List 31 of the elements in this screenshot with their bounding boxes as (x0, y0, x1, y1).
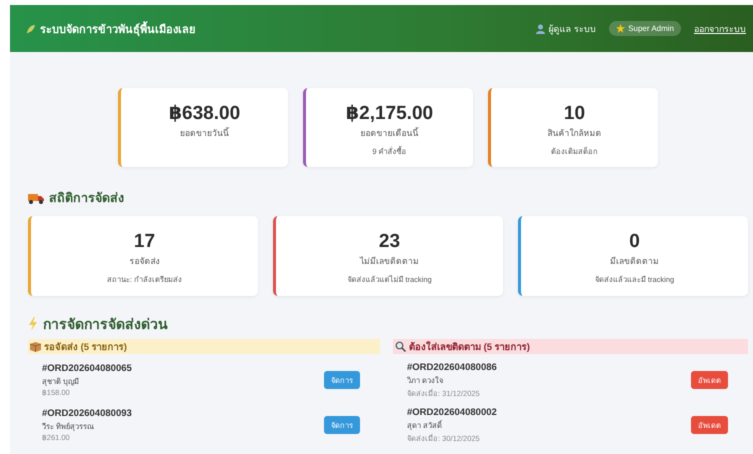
order-number: #ORD202604080086 (407, 362, 497, 372)
section-title: สถิติการจัดส่ง (49, 190, 124, 207)
box-icon (30, 342, 41, 352)
column-header: ต้องใส่เลขติดตาม (5 รายการ) (393, 339, 748, 354)
section-title: การจัดการจัดส่งด่วน (43, 315, 168, 334)
order-number: #ORD202604080093 (42, 408, 132, 419)
stat-value: 10 (562, 103, 586, 125)
app-title: ระบบจัดการข้าวพันธุ์พื้นเมืองเลย (40, 20, 195, 38)
star-icon (616, 24, 626, 33)
stat-label: ยอดขายเดือนนี้ (360, 126, 420, 140)
logout-link[interactable]: ออกจากระบบ (694, 22, 746, 36)
lightning-icon (28, 317, 38, 331)
stat-value: 17 (132, 231, 156, 253)
stat-label: รอจัดส่ง (128, 255, 160, 268)
search-icon (395, 341, 406, 352)
user-name: ผู้ดูแล ระบบ (548, 22, 596, 36)
stat-label: สินค้าใกล้หมด (546, 127, 602, 140)
stat-value: ฿2,175.00 (344, 103, 434, 125)
role-badge: Super Admin (609, 21, 681, 36)
stat-label: ยอดขายวันนี้ (179, 126, 230, 140)
stat-value: ฿638.00 (168, 103, 242, 125)
truck-icon (28, 192, 44, 204)
stat-value: 23 (378, 231, 402, 253)
user-icon (536, 24, 545, 34)
leaf-icon (26, 24, 36, 34)
stat-label: ไม่มีเลขติดตาม (358, 255, 420, 268)
column-header: รอจัดส่ง (5 รายการ) (28, 339, 380, 354)
stat-value: 0 (628, 231, 641, 253)
stat-label: มีเลขติดตาม (609, 255, 660, 268)
order-number: #ORD202604080065 (42, 363, 132, 374)
order-number: #ORD202604080002 (407, 406, 497, 418)
